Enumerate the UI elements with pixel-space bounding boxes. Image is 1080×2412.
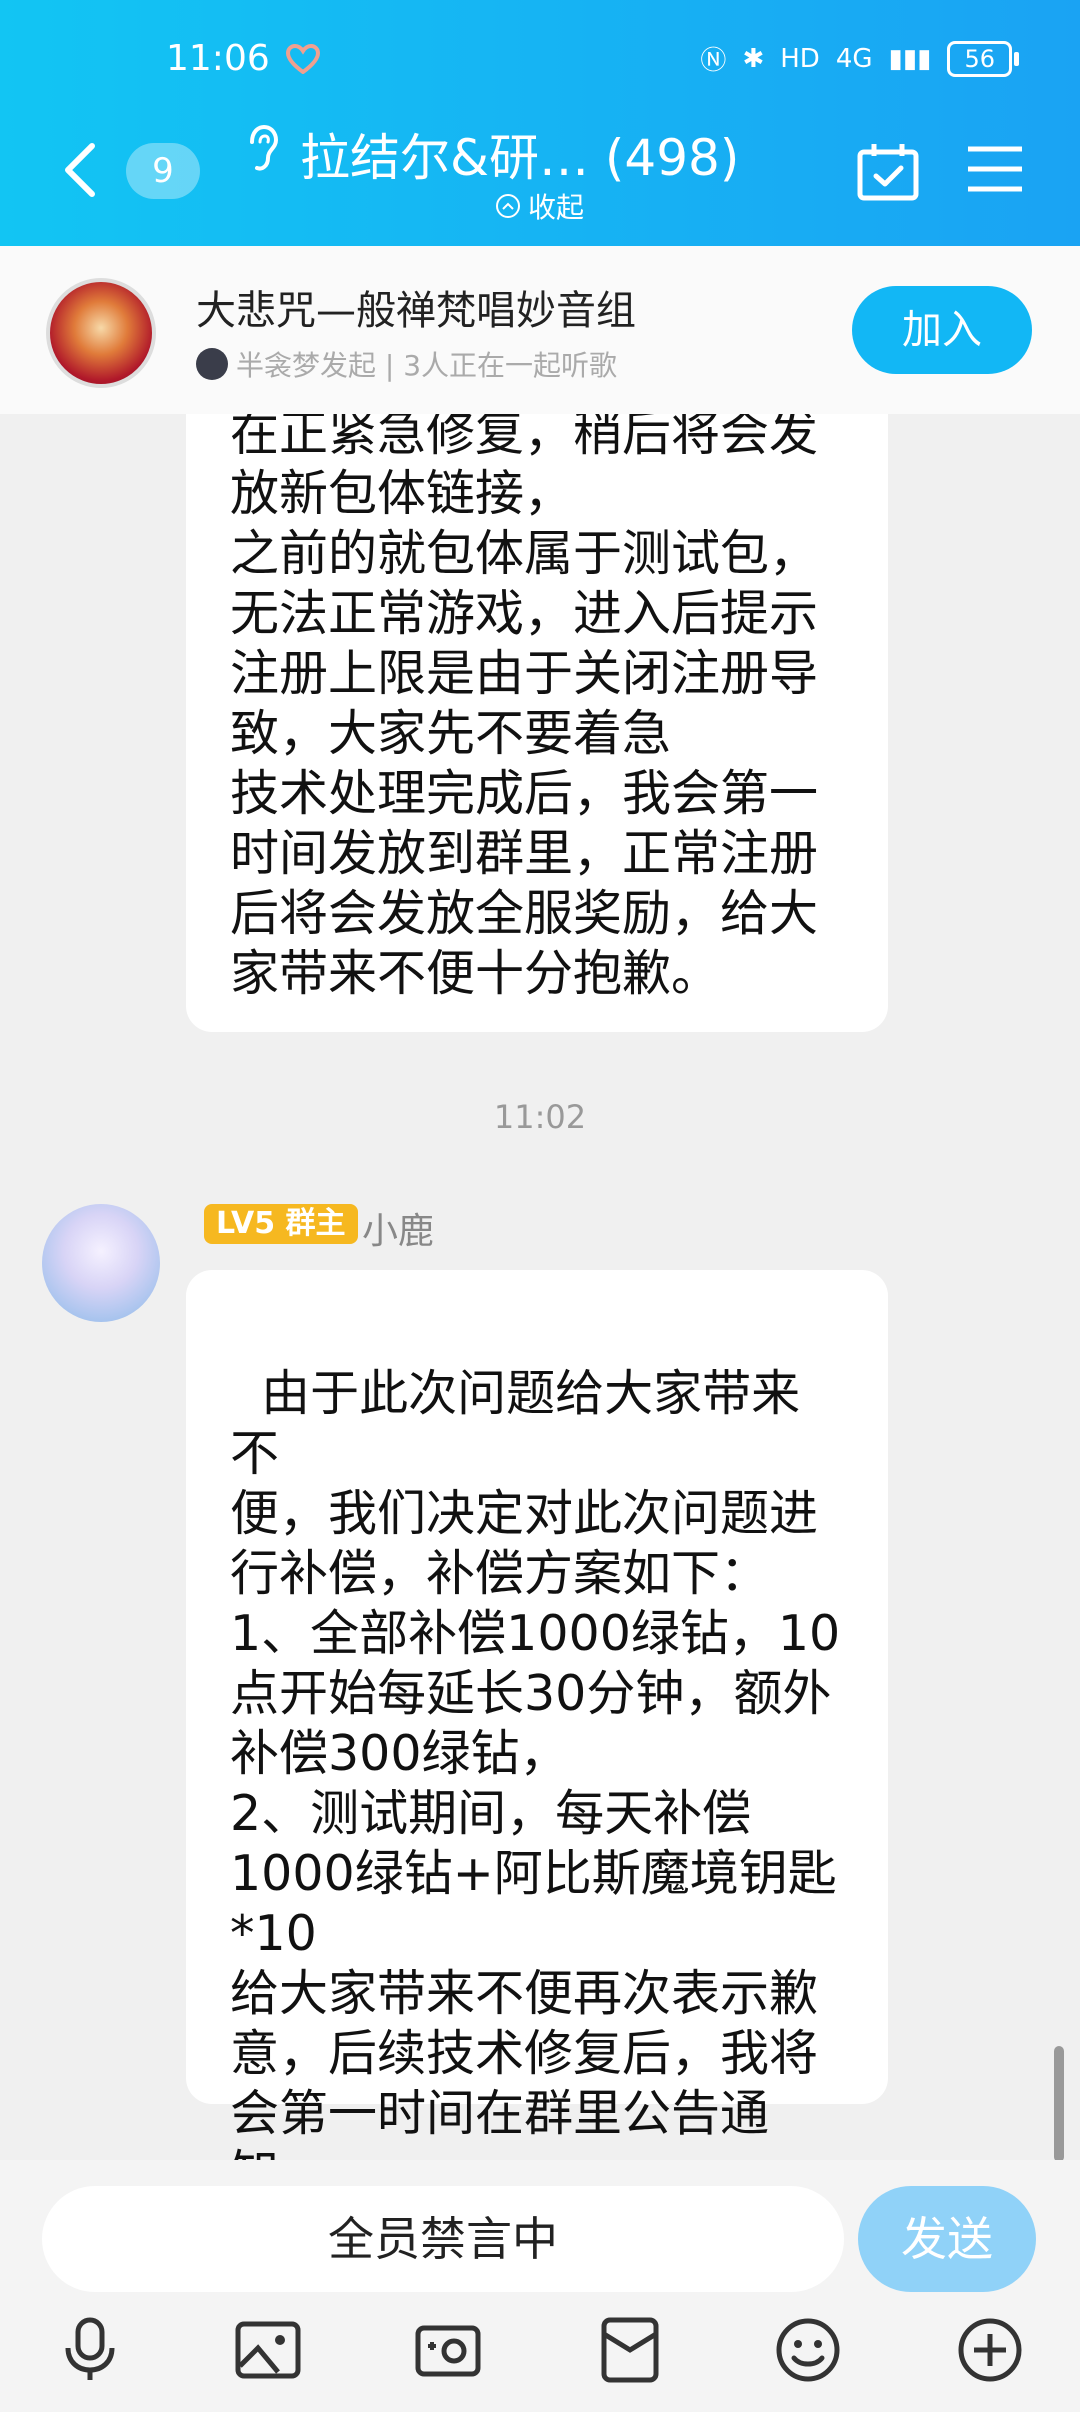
camera-icon[interactable]: [414, 2316, 482, 2384]
message-text: 在正紧急修复，稍后将会发 放新包体链接， 之前的就包体属于测试包， 无法正常游戏…: [230, 405, 819, 1002]
hd-icon: HD: [780, 43, 820, 74]
message-text: 由于此次问题给大家带来不 便，我们决定对此次问题进 行补偿，补偿方案如下： 1、…: [230, 1365, 841, 2202]
scrollbar[interactable]: [1054, 2046, 1064, 2162]
plus-icon[interactable]: [956, 2316, 1024, 2384]
banner-title: 大悲咒—般禅梵唱妙音组: [196, 288, 636, 334]
banner-avatar: [46, 278, 156, 388]
banner-subtitle-row: 半衾梦发起 | 3人正在一起听歌: [196, 344, 617, 384]
avatar: [196, 348, 228, 380]
message-bubble[interactable]: 由于此次问题给大家带来不 便，我们决定对此次问题进 行补偿，补偿方案如下： 1、…: [186, 1270, 888, 2202]
collapse-button[interactable]: 收起: [496, 186, 584, 226]
red-packet-icon[interactable]: [596, 2316, 664, 2384]
status-time: 11:06: [166, 38, 270, 79]
status-icons: Ⓝ ✱ HD 4G ▮▮▮ 56: [700, 40, 1019, 77]
sender-name: 小鹿: [362, 1211, 435, 1252]
join-button[interactable]: 加入: [852, 286, 1032, 374]
heart-icon: [286, 44, 320, 74]
calendar-check-icon[interactable]: [856, 142, 920, 202]
battery-indicator: 56: [947, 40, 1019, 77]
chevron-up-icon: [496, 194, 520, 218]
collapse-label: 收起: [528, 191, 585, 224]
group-title[interactable]: 拉结尔&研… (498): [300, 118, 739, 190]
message-input[interactable]: 全员禁言中: [42, 2186, 844, 2292]
image-icon[interactable]: [234, 2316, 302, 2384]
unread-badge[interactable]: 9: [126, 143, 200, 199]
send-button[interactable]: 发送: [858, 2186, 1036, 2292]
microphone-icon[interactable]: [56, 2316, 124, 2384]
message-bubble[interactable]: 在正紧急修复，稍后将会发 放新包体链接， 之前的就包体属于测试包， 无法正常游戏…: [186, 340, 888, 1032]
network-label: 4G: [835, 43, 873, 74]
emoji-icon[interactable]: [774, 2316, 842, 2384]
level-badge: LV5 群主: [204, 1204, 358, 1244]
message-timestamp: 11:02: [493, 1098, 587, 1136]
nfc-icon: Ⓝ: [700, 46, 727, 76]
ear-icon[interactable]: [244, 124, 280, 174]
chat-header: 11:06 Ⓝ ✱ HD 4G ▮▮▮ 56 9 拉结尔&研… (498) 收起: [0, 0, 1080, 246]
menu-icon[interactable]: [966, 144, 1024, 194]
back-icon[interactable]: [60, 140, 100, 200]
banner-subtitle: 半衾梦发起 | 3人正在一起听歌: [236, 349, 618, 382]
signal-icon: ▮▮▮: [888, 43, 932, 74]
bluetooth-icon: ✱: [742, 43, 765, 74]
sender-avatar[interactable]: [42, 1204, 160, 1322]
